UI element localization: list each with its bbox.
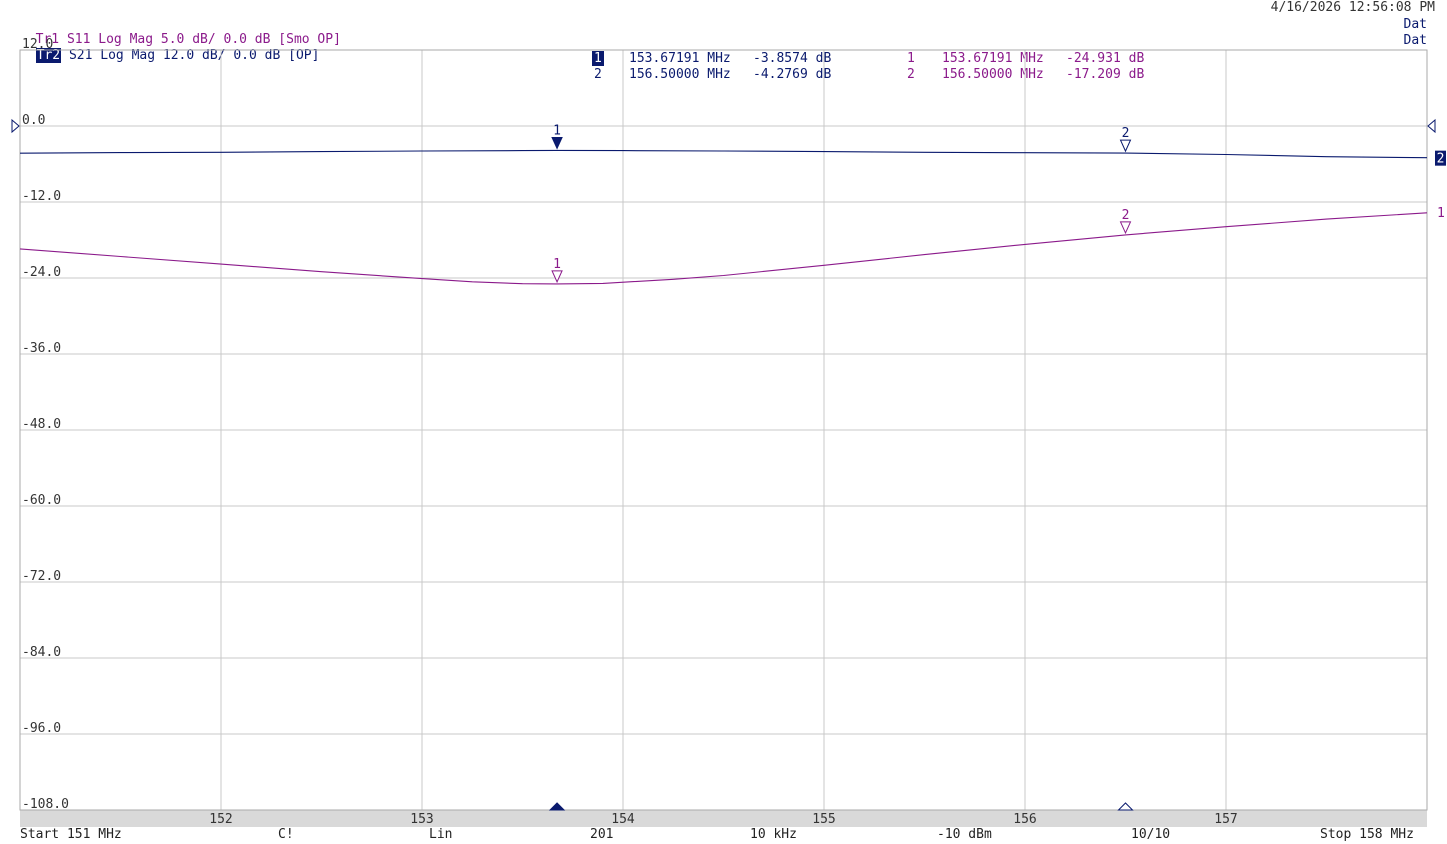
y-tick-label: -72.0 (22, 569, 61, 584)
trace-s21 (19, 149, 1428, 159)
source-power[interactable]: -10 dBm (937, 827, 992, 842)
calibration-status[interactable]: C! (278, 827, 294, 842)
y-tick-label: -48.0 (22, 417, 61, 432)
sweep-points[interactable]: 201 (590, 827, 613, 842)
averaging-count[interactable]: 10/10 (1131, 827, 1170, 842)
y-tick-label: 0.0 (22, 113, 45, 128)
start-frequency[interactable]: Start 151 MHz (20, 827, 122, 842)
marker-tr1-2 (1119, 221, 1132, 235)
marker-label: 2 (1122, 126, 1130, 141)
x-tick-label: 153 (410, 812, 433, 827)
if-bandwidth[interactable]: 10 kHz (750, 827, 797, 842)
marker-label: 2 (1122, 208, 1130, 223)
trace-end-label: 1 (1437, 206, 1445, 221)
trace-end-label: 2 (1437, 152, 1445, 167)
trace-s11 (19, 212, 1428, 285)
y-tick-label: -96.0 (22, 721, 61, 736)
x-tick-label: 154 (611, 812, 635, 827)
marker-stimulus-indicator (1117, 802, 1134, 811)
x-tick-label: 156 (1013, 812, 1036, 827)
x-tick-label: 155 (812, 812, 835, 827)
marker-tr2-2 (1119, 139, 1132, 153)
reference-right-arrow (1427, 118, 1436, 134)
y-tick-label: -60.0 (22, 493, 61, 508)
y-tick-label: -12.0 (22, 189, 61, 204)
marker-stimulus-indicator (548, 802, 566, 811)
y-tick-label: -24.0 (22, 265, 61, 280)
stop-frequency[interactable]: Stop 158 MHz (1320, 827, 1414, 842)
x-tick-label: 152 (209, 812, 232, 827)
plot-area[interactable]: 152 153 154 155 156 15712.00.0-12.0-24.0-36.0… (0, 0, 1447, 844)
marker-tr1-1 (551, 270, 563, 284)
sweep-type[interactable]: Lin (429, 827, 452, 842)
marker-label: 1 (553, 257, 561, 272)
y-tick-label: -84.0 (22, 645, 61, 660)
marker-tr2-1 (551, 136, 563, 150)
y-tick-label: -36.0 (22, 341, 61, 356)
marker-label: 1 (553, 123, 561, 138)
reference-left-arrow (11, 118, 20, 134)
x-tick-label: 157 (1214, 812, 1237, 827)
